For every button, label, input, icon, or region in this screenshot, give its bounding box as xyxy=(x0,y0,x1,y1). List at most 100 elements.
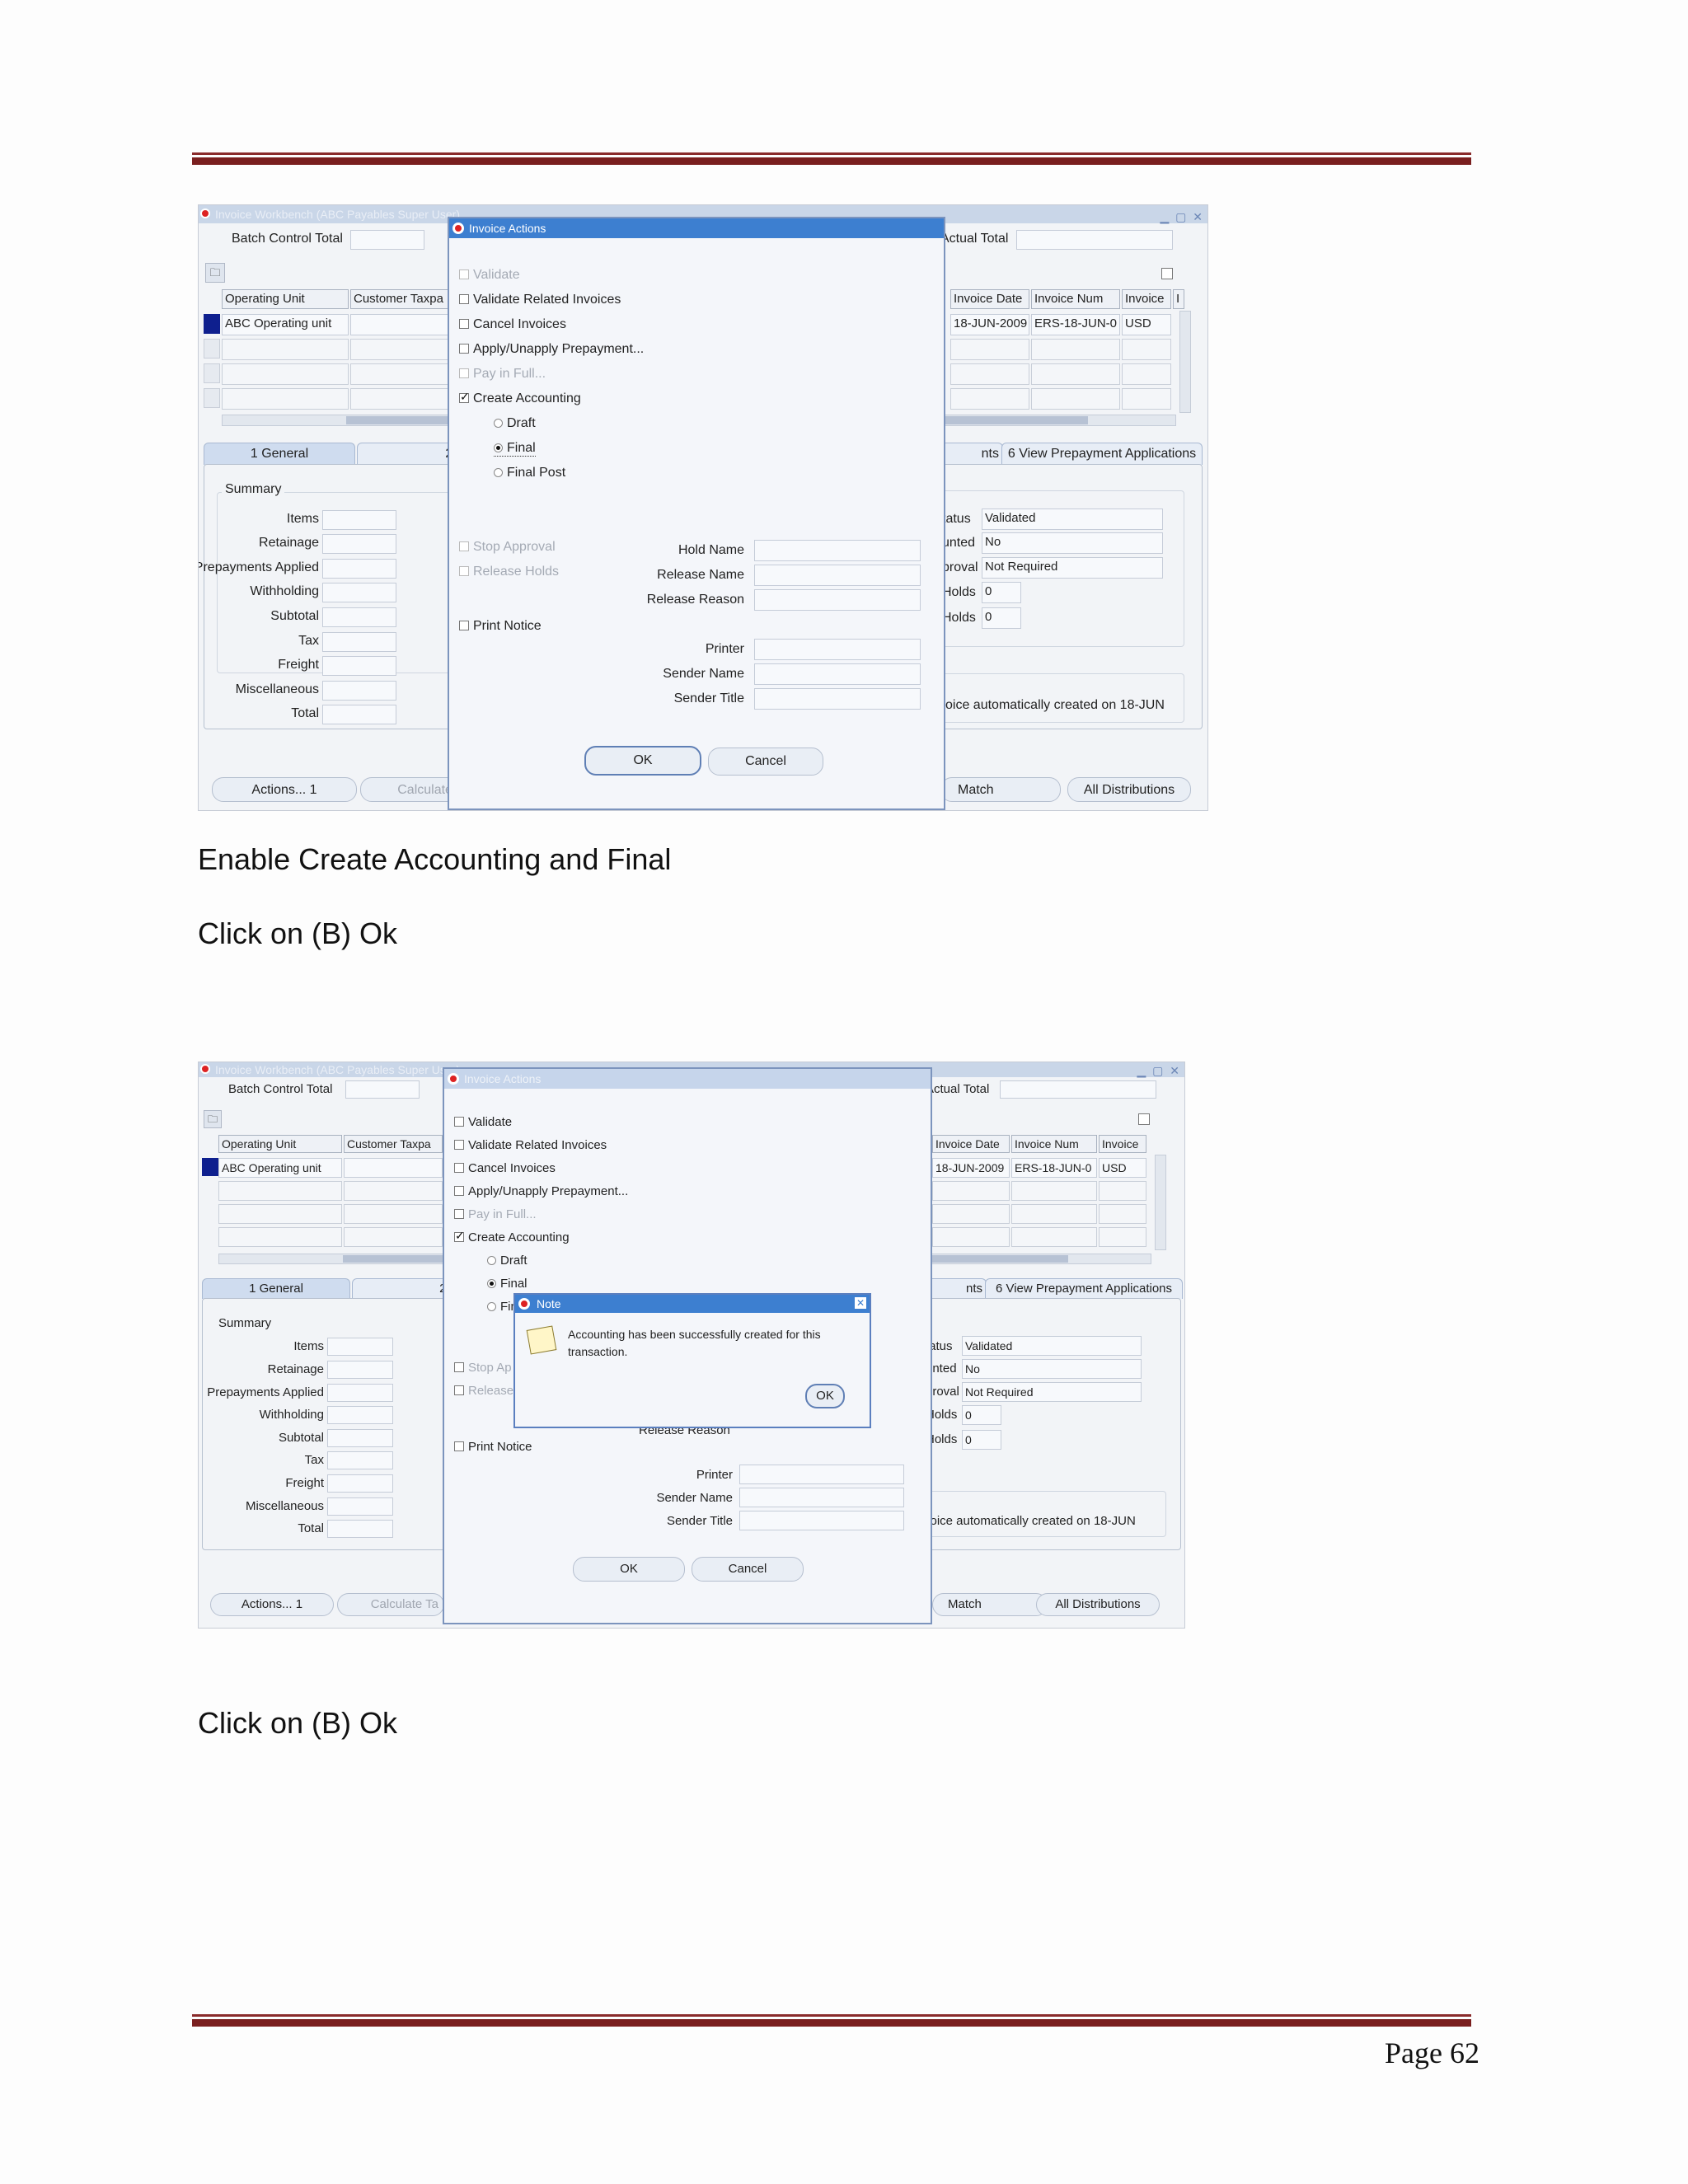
print-notice-option[interactable]: Print Notice xyxy=(459,619,542,634)
draft-radio[interactable] xyxy=(494,419,503,428)
summary-items-field[interactable] xyxy=(322,510,396,530)
table-row[interactable] xyxy=(1031,388,1120,410)
vertical-scrollbar[interactable] xyxy=(1155,1155,1166,1250)
draft-radio[interactable] xyxy=(487,1256,496,1265)
table-row[interactable] xyxy=(1011,1227,1097,1247)
apply-prepayment-checkbox[interactable] xyxy=(454,1186,464,1196)
table-row[interactable] xyxy=(344,1181,443,1201)
checkbox-icon[interactable] xyxy=(1138,1113,1150,1125)
cancel-invoices-checkbox[interactable] xyxy=(459,319,469,329)
table-row[interactable] xyxy=(218,1181,342,1201)
printer-field[interactable] xyxy=(739,1465,904,1484)
table-row[interactable] xyxy=(1122,339,1171,360)
table-row[interactable] xyxy=(932,1204,1010,1224)
row-selector[interactable] xyxy=(204,388,220,408)
actual-total-field[interactable] xyxy=(1016,230,1173,250)
sender-title-field[interactable] xyxy=(754,688,921,710)
cell-operating-unit[interactable]: ABC Operating unit xyxy=(218,1158,342,1178)
create-accounting-checkbox[interactable] xyxy=(459,390,470,404)
create-accounting-option[interactable]: Create Accounting xyxy=(459,390,581,406)
table-row[interactable] xyxy=(1122,388,1171,410)
summary-freight-field[interactable] xyxy=(322,656,396,676)
table-row[interactable] xyxy=(222,363,349,385)
close-icon[interactable]: ✕ xyxy=(855,1297,866,1309)
summary-tax-field[interactable] xyxy=(327,1451,393,1469)
cancel-button[interactable]: Cancel xyxy=(692,1557,804,1582)
table-row[interactable] xyxy=(218,1227,342,1247)
tab-attachments[interactable]: nts xyxy=(924,1278,987,1299)
summary-prepayments-field[interactable] xyxy=(322,559,396,579)
actual-total-field[interactable] xyxy=(1000,1080,1156,1099)
row-selector[interactable] xyxy=(204,339,220,359)
table-row[interactable] xyxy=(950,363,1029,385)
table-row[interactable] xyxy=(222,339,349,360)
table-row[interactable] xyxy=(1031,339,1120,360)
validate-related-checkbox[interactable] xyxy=(459,294,469,304)
table-row[interactable] xyxy=(344,1227,443,1247)
sender-name-field[interactable] xyxy=(754,663,921,685)
hold-name-field[interactable] xyxy=(754,540,921,561)
printer-field[interactable] xyxy=(754,639,921,660)
batch-control-total-field[interactable] xyxy=(345,1080,420,1099)
print-notice-option[interactable]: Print Notice xyxy=(454,1440,532,1454)
apply-prepayment-checkbox[interactable] xyxy=(459,344,469,354)
final-post-radio[interactable] xyxy=(487,1302,496,1311)
actions-button[interactable]: Actions... 1 xyxy=(212,777,357,802)
cell-invoice-num[interactable]: ERS-18-JUN-0 xyxy=(1011,1158,1097,1178)
cell-invoice-date[interactable]: 18-JUN-2009 xyxy=(950,314,1029,335)
table-row[interactable] xyxy=(344,1204,443,1224)
release-reason-field[interactable] xyxy=(754,589,921,611)
summary-items-field[interactable] xyxy=(327,1338,393,1356)
cell-customer-taxpayer[interactable] xyxy=(350,314,449,335)
table-row[interactable] xyxy=(1031,363,1120,385)
pay-in-full-checkbox[interactable] xyxy=(454,1209,464,1219)
match-button[interactable]: Match xyxy=(940,777,1061,802)
table-row[interactable] xyxy=(1099,1204,1146,1224)
table-row[interactable] xyxy=(350,388,449,410)
pay-in-full-checkbox[interactable] xyxy=(459,368,469,378)
draft-radio-option[interactable]: Draft xyxy=(487,1254,528,1268)
validate-checkbox[interactable] xyxy=(454,1117,464,1127)
summary-subtotal-field[interactable] xyxy=(322,607,396,627)
stop-approval-checkbox[interactable] xyxy=(459,541,469,551)
summary-prepayments-field[interactable] xyxy=(327,1384,393,1402)
table-row[interactable] xyxy=(350,339,449,360)
folder-icon[interactable]: 🗀 xyxy=(205,263,225,283)
summary-withholding-field[interactable] xyxy=(327,1406,393,1424)
final-radio-option[interactable]: Final xyxy=(487,1277,528,1291)
create-accounting-checkbox[interactable] xyxy=(454,1229,465,1243)
tab-general[interactable]: 1 General xyxy=(204,443,355,465)
summary-misc-field[interactable] xyxy=(322,681,396,701)
apply-prepayment-option[interactable]: Apply/Unapply Prepayment... xyxy=(459,342,644,357)
sender-title-field[interactable] xyxy=(739,1511,904,1530)
summary-tax-field[interactable] xyxy=(322,632,396,652)
release-holds-option[interactable]: Release xyxy=(454,1384,513,1398)
row-selector-active[interactable] xyxy=(202,1158,218,1176)
cancel-invoices-option[interactable]: Cancel Invoices xyxy=(454,1161,556,1175)
final-post-radio[interactable] xyxy=(494,468,503,477)
tab-view-prepayment-applications[interactable]: 6 View Prepayment Applications xyxy=(985,1278,1183,1299)
cancel-invoices-checkbox[interactable] xyxy=(454,1163,464,1173)
vertical-scrollbar[interactable] xyxy=(1179,311,1191,413)
checkbox-icon[interactable] xyxy=(1161,268,1173,279)
table-row[interactable] xyxy=(932,1227,1010,1247)
draft-radio-option[interactable]: Draft xyxy=(494,416,536,431)
cell-customer-taxpayer[interactable] xyxy=(344,1158,443,1178)
batch-control-total-field[interactable] xyxy=(350,230,424,250)
validate-related-option[interactable]: Validate Related Invoices xyxy=(459,293,621,307)
stop-approval-option[interactable]: Stop Approval xyxy=(459,540,556,555)
print-notice-checkbox[interactable] xyxy=(454,1441,464,1451)
cell-invoice-num[interactable]: ERS-18-JUN-0 xyxy=(1031,314,1120,335)
table-row[interactable] xyxy=(218,1204,342,1224)
summary-retainage-field[interactable] xyxy=(327,1361,393,1379)
calculate-tax-button[interactable]: Calculate Ta xyxy=(337,1593,444,1616)
table-row[interactable] xyxy=(932,1181,1010,1201)
stop-approval-option[interactable]: Stop Ap xyxy=(454,1361,512,1375)
cell-currency[interactable]: USD xyxy=(1122,314,1171,335)
validate-option[interactable]: Validate xyxy=(459,268,520,283)
final-radio-option[interactable]: Final xyxy=(494,441,536,457)
summary-total-field[interactable] xyxy=(327,1520,393,1538)
release-name-field[interactable] xyxy=(754,565,921,586)
validate-checkbox[interactable] xyxy=(459,269,469,279)
release-holds-checkbox[interactable] xyxy=(459,566,469,576)
